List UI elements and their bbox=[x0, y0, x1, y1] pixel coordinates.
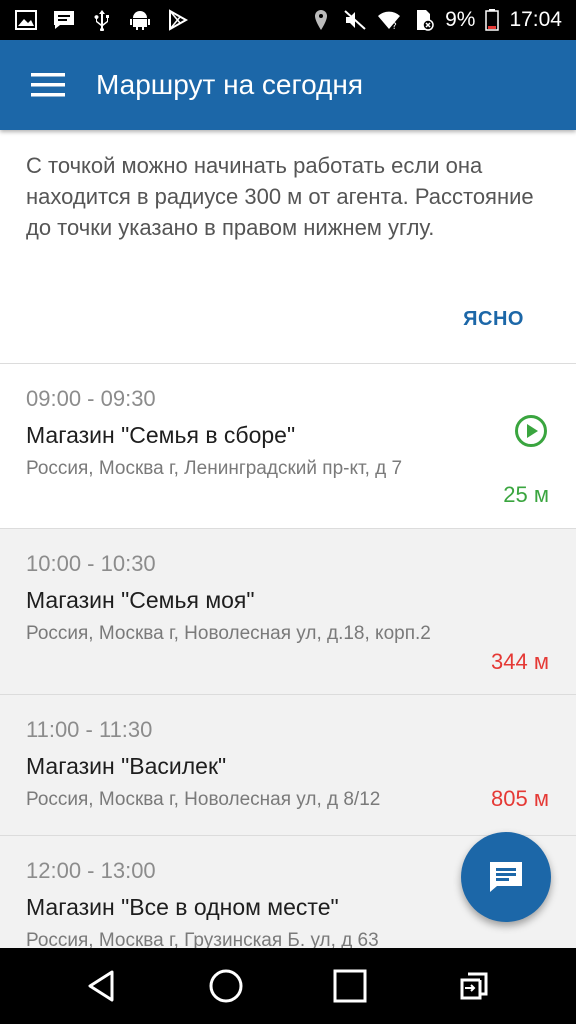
ok-button[interactable]: ЯСНО bbox=[463, 308, 524, 331]
hamburger-icon bbox=[31, 73, 65, 97]
route-name: Магазин "Все в одном месте" bbox=[26, 894, 339, 920]
image-icon bbox=[14, 9, 38, 31]
status-right: ? 9% 17:04 bbox=[309, 8, 562, 32]
back-icon bbox=[88, 970, 114, 1002]
page-title: Маршрут на сегодня bbox=[96, 69, 364, 100]
wifi-icon: ? bbox=[377, 9, 401, 31]
chat-icon bbox=[490, 862, 522, 892]
info-card: С точкой можно начинать работать если он… bbox=[0, 130, 576, 364]
route-time: 12:00 - 13:00 bbox=[26, 858, 156, 883]
play-icon[interactable] bbox=[514, 414, 548, 448]
nav-bar bbox=[0, 948, 576, 1024]
chat-button[interactable] bbox=[461, 832, 551, 922]
route-distance: 344 м bbox=[491, 649, 549, 674]
svg-text:?: ? bbox=[392, 22, 397, 31]
route-address: Россия, Москва г, Ленинградский пр-кт, д… bbox=[26, 458, 403, 479]
mute-icon bbox=[343, 9, 367, 31]
recents-button[interactable] bbox=[320, 956, 380, 1016]
route-address: Россия, Москва г, Грузинская Б. ул, д 63 bbox=[26, 930, 379, 948]
android-icon bbox=[128, 9, 152, 31]
menu-button[interactable] bbox=[0, 40, 96, 130]
route-time: 09:00 - 09:30 bbox=[26, 386, 156, 411]
route-name: Магазин "Семья в сборе" bbox=[26, 422, 296, 448]
recents-icon bbox=[333, 969, 367, 1003]
route-address: Россия, Москва г, Новолесная ул, д 8/12 bbox=[26, 789, 381, 810]
route-address: Россия, Москва г, Новолесная ул, д.18, к… bbox=[26, 623, 431, 644]
status-time: 17:04 bbox=[509, 8, 562, 31]
app-bar: Маршрут на сегодня bbox=[0, 40, 576, 130]
battery-percent: 9% bbox=[445, 8, 476, 31]
info-text: С точкой можно начинать работать если он… bbox=[26, 153, 534, 240]
list-item[interactable]: 10:00 - 10:30 Магазин "Семья моя" Россия… bbox=[0, 529, 576, 695]
route-time: 10:00 - 10:30 bbox=[26, 551, 156, 576]
route-time: 11:00 - 11:30 bbox=[26, 717, 153, 742]
battery-icon bbox=[485, 9, 500, 31]
home-icon bbox=[209, 969, 243, 1003]
switch-icon bbox=[460, 972, 488, 1000]
switch-button[interactable] bbox=[444, 956, 504, 1016]
sim-icon bbox=[411, 9, 435, 31]
route-distance: 25 м bbox=[503, 482, 549, 507]
route-name: Магазин "Василек" bbox=[26, 753, 227, 779]
list-item[interactable]: 09:00 - 09:30 Магазин "Семья в сборе" Ро… bbox=[0, 364, 576, 529]
route-name: Магазин "Семья моя" bbox=[26, 587, 255, 613]
message-icon bbox=[52, 9, 76, 31]
back-button[interactable] bbox=[72, 956, 132, 1016]
list-item[interactable]: 11:00 - 11:30 Магазин "Василек" Россия, … bbox=[0, 695, 576, 836]
home-button[interactable] bbox=[196, 956, 256, 1016]
location-icon bbox=[309, 9, 333, 31]
status-left-icons bbox=[14, 9, 190, 31]
usb-icon bbox=[90, 9, 114, 31]
play-store-icon bbox=[166, 9, 190, 31]
route-distance: 805 м bbox=[491, 786, 549, 811]
status-bar: ? 9% 17:04 bbox=[0, 0, 576, 40]
